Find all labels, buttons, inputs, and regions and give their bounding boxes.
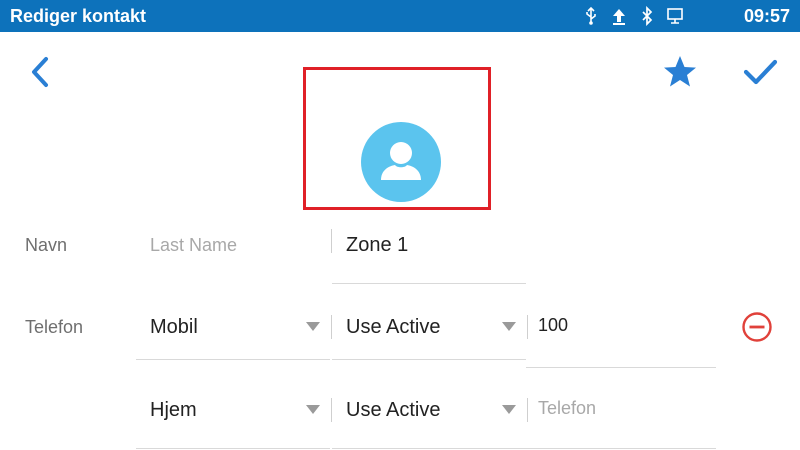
- star-icon: [664, 56, 696, 87]
- chevron-left-icon: [32, 57, 48, 87]
- bluetooth-icon: [638, 5, 656, 27]
- last-name-placeholder: Last Name: [150, 235, 238, 255]
- favorite-button[interactable]: [660, 52, 700, 92]
- first-name-value: Zone 1: [346, 234, 409, 256]
- phone-account-value-2: Use Active: [346, 399, 441, 421]
- phone-number-field-2[interactable]: Telefon: [526, 380, 716, 449]
- phone-label: Telefon: [25, 317, 84, 337]
- phone-type-value-2: Hjem: [150, 399, 197, 421]
- dropdown-arrow-icon: [502, 405, 516, 414]
- first-name-field[interactable]: Zone 1: [332, 217, 526, 284]
- dropdown-arrow-icon: [306, 322, 320, 331]
- upload-icon: [610, 6, 628, 26]
- phone-account-spinner-1[interactable]: Use Active: [332, 295, 526, 360]
- phone-type-spinner-2[interactable]: Hjem: [136, 378, 330, 449]
- phone-account-spinner-2[interactable]: Use Active: [332, 378, 526, 449]
- dropdown-arrow-icon: [502, 322, 516, 331]
- usb-icon: [582, 6, 600, 26]
- last-name-field[interactable]: Last Name: [136, 217, 330, 273]
- clock: 09:57: [743, 6, 790, 26]
- phone-type-value-1: Mobil: [150, 316, 198, 338]
- phone-number-placeholder-2: Telefon: [538, 398, 597, 418]
- window-title: Rediger kontakt: [10, 6, 147, 26]
- checkmark-icon: [743, 59, 778, 85]
- status-bar: Rediger kontakt 09:57: [0, 0, 800, 32]
- phone-number-field-1[interactable]: 100: [526, 297, 716, 368]
- phone-number-value-1: 100: [538, 315, 569, 335]
- phone-type-spinner-1[interactable]: Mobil: [136, 295, 330, 360]
- remove-phone-button[interactable]: [741, 311, 773, 343]
- save-button[interactable]: [740, 52, 780, 92]
- name-label: Navn: [25, 235, 68, 255]
- dropdown-arrow-icon: [306, 405, 320, 414]
- back-button[interactable]: [24, 50, 60, 94]
- person-avatar-icon: [361, 122, 441, 202]
- network-icon: [666, 6, 684, 26]
- phone-account-value-1: Use Active: [346, 316, 441, 338]
- contact-photo-button[interactable]: [303, 67, 491, 210]
- minus-circle-icon: [742, 312, 772, 342]
